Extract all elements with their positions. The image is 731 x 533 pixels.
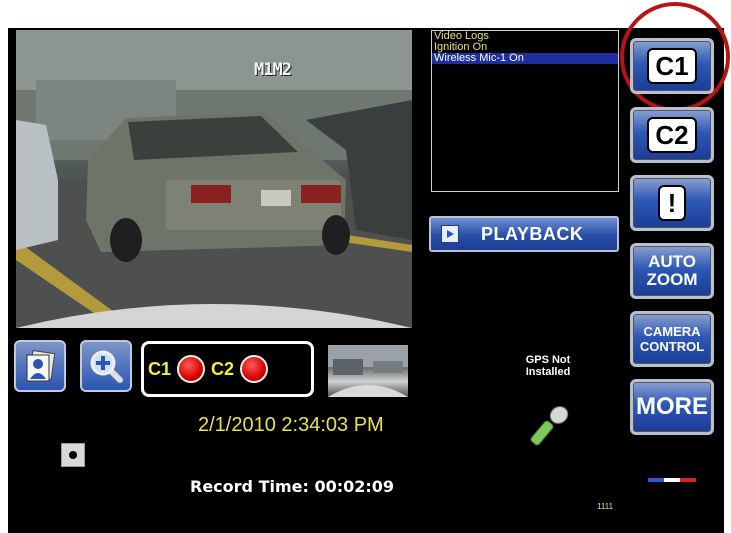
camera-2-button[interactable]: C2 bbox=[630, 107, 714, 163]
magnify-plus-icon bbox=[90, 350, 123, 383]
camera-1-button[interactable]: C1 bbox=[630, 38, 714, 94]
light-white bbox=[664, 478, 680, 482]
status-light-bar bbox=[648, 478, 696, 482]
rec-camera-1-label: C1 bbox=[148, 358, 172, 379]
camera-1-label: C1 bbox=[647, 48, 697, 84]
rec-camera-1-indicator bbox=[177, 355, 206, 383]
wireless-mic-icon bbox=[530, 406, 569, 446]
alert-button[interactable]: ! bbox=[630, 175, 714, 231]
unit-code: 1111 bbox=[597, 502, 614, 511]
camera-overlay-label: M1M2 bbox=[254, 60, 292, 80]
auto-zoom-label-line2: ZOOM bbox=[646, 270, 698, 289]
live-camera-view[interactable]: M1M2 bbox=[16, 30, 412, 328]
rec-camera-2-label: C2 bbox=[211, 358, 235, 379]
option-radio[interactable] bbox=[61, 443, 85, 467]
light-red bbox=[680, 478, 696, 482]
zoom-button[interactable] bbox=[80, 340, 132, 392]
camera-2-label: C2 bbox=[647, 117, 697, 153]
playback-button[interactable]: PLAYBACK bbox=[429, 216, 619, 252]
gps-status: GPS Not Installed bbox=[513, 354, 583, 378]
photo-icon bbox=[26, 350, 56, 382]
camera-control-label-line2: CONTROL bbox=[639, 339, 705, 354]
playback-label: PLAYBACK bbox=[481, 223, 584, 244]
camera-control-button[interactable]: CAMERA CONTROL bbox=[630, 311, 714, 367]
record-time: Record Time: 00:02:09 bbox=[190, 477, 395, 496]
dvr-screen: M1M2 Video Logs Ignition On Wireless Mic… bbox=[8, 2, 730, 533]
rec-camera-2-indicator bbox=[240, 355, 269, 383]
date-time: 2/1/2010 2:34:03 PM bbox=[198, 414, 384, 436]
camera-scene bbox=[16, 30, 412, 328]
snapshot-button[interactable] bbox=[14, 340, 66, 392]
radio-dot bbox=[69, 451, 77, 459]
camera-control-label-line1: CAMERA bbox=[643, 324, 701, 339]
recording-status-box: C1 C2 bbox=[141, 341, 314, 397]
event-log-list[interactable]: Video Logs Ignition On Wireless Mic-1 On bbox=[431, 30, 619, 192]
gps-status-line2: Installed bbox=[525, 366, 571, 378]
play-icon bbox=[441, 225, 459, 243]
log-item-selected[interactable]: Wireless Mic-1 On bbox=[432, 53, 618, 64]
gps-status-line1: GPS Not bbox=[525, 354, 571, 366]
more-button[interactable]: MORE bbox=[630, 379, 714, 435]
camera-2-thumbnail[interactable] bbox=[328, 345, 408, 397]
exclamation-icon: ! bbox=[657, 185, 687, 221]
auto-zoom-label-line1: AUTO bbox=[648, 252, 696, 271]
thumbnail-scene bbox=[328, 345, 408, 397]
light-blue bbox=[648, 478, 664, 482]
auto-zoom-button[interactable]: AUTO ZOOM bbox=[630, 243, 714, 299]
more-label: MORE bbox=[636, 393, 708, 420]
